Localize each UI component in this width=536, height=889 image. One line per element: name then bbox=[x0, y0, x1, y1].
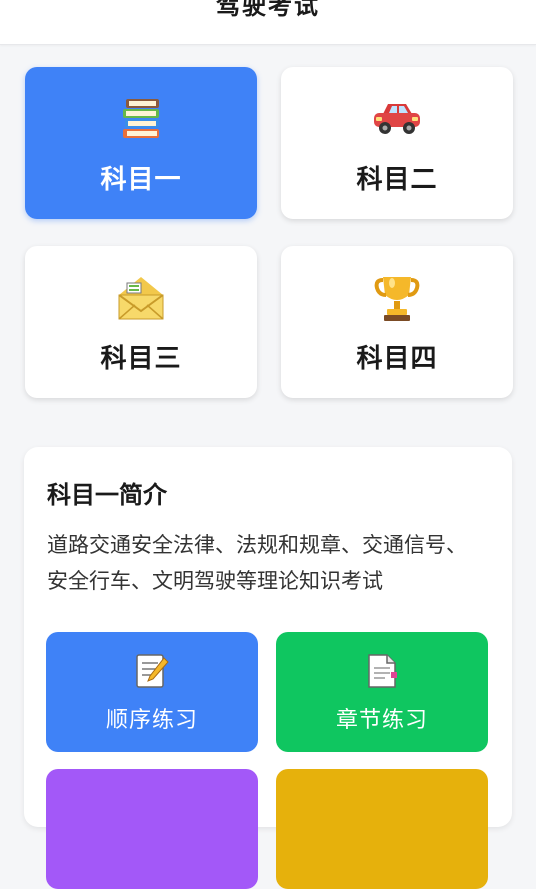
subject-label: 科目四 bbox=[356, 344, 438, 374]
envelope-icon bbox=[25, 272, 257, 322]
subject-intro-card: 科目一简介 道路交通安全法律、法规和规章、交通信号、安全行车、文明驾驶等理论知识… bbox=[24, 447, 512, 889]
practice-button-3[interactable] bbox=[46, 769, 258, 889]
car-icon bbox=[281, 93, 513, 143]
subject-label: 科目一 bbox=[100, 165, 182, 195]
trophy-icon bbox=[281, 272, 513, 322]
subject-label: 科目二 bbox=[356, 165, 438, 195]
page-title: 驾驶考试 bbox=[216, 0, 320, 20]
subject-card-2[interactable]: 科目二 bbox=[281, 67, 513, 219]
sequential-practice-button[interactable]: 顺序练习 bbox=[46, 632, 258, 752]
intro-title: 科目一简介 bbox=[47, 481, 167, 509]
practice-button-4[interactable] bbox=[276, 769, 488, 889]
chapter-practice-button[interactable]: 章节练习 bbox=[276, 632, 488, 752]
subject-card-4[interactable]: 科目四 bbox=[281, 246, 513, 398]
memo-icon bbox=[46, 652, 258, 692]
app-header: 驾驶考试 bbox=[0, 0, 536, 45]
subject-label: 科目三 bbox=[100, 344, 182, 374]
button-label: 顺序练习 bbox=[105, 708, 198, 733]
books-icon bbox=[25, 93, 257, 143]
subject-card-3[interactable]: 科目三 bbox=[25, 246, 257, 398]
document-icon bbox=[276, 652, 488, 692]
subject-card-1[interactable]: 科目一 bbox=[25, 67, 257, 219]
intro-description: 道路交通安全法律、法规和规章、交通信号、安全行车、文明驾驶等理论知识考试 bbox=[47, 533, 467, 593]
button-label: 章节练习 bbox=[335, 708, 428, 733]
